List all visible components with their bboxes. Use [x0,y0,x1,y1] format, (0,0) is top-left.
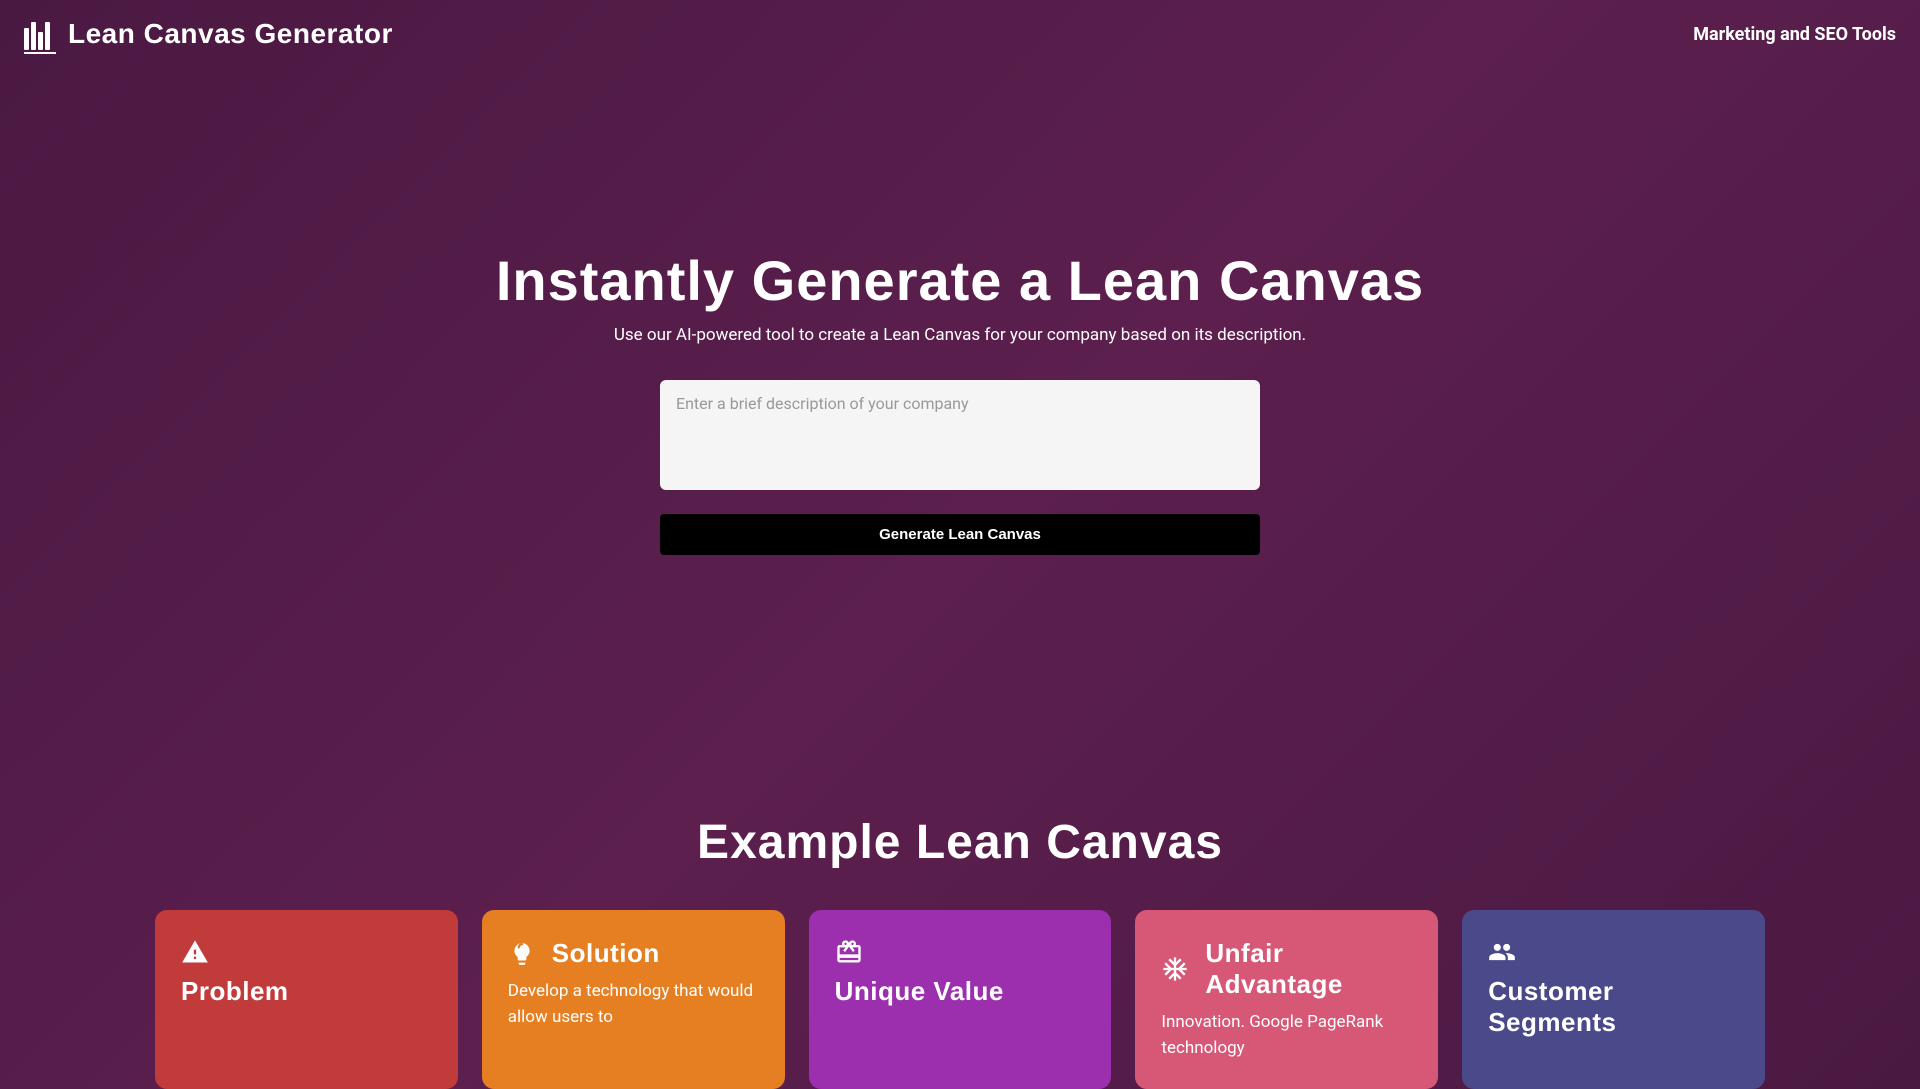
generate-button[interactable]: Generate Lean Canvas [660,514,1260,555]
canvas-card-solution: Solution Develop a technology that would… [482,910,785,1089]
form-container: Generate Lean Canvas [660,380,1260,555]
bar-chart-icon [24,18,56,50]
people-icon [1488,938,1516,966]
snowflake-icon [1161,955,1189,983]
card-body: Develop a technology that would allow us… [508,979,759,1030]
logo-text: Lean Canvas Generator [68,18,393,50]
canvas-card-unfair-advantage: Unfair Advantage Innovation. Google Page… [1135,910,1438,1089]
hero-section: Instantly Generate a Lean Canvas Use our… [0,68,1920,615]
example-title: Example Lean Canvas [0,815,1920,870]
canvas-card-customer-segments: Customer Segments [1462,910,1765,1089]
logo-section[interactable]: Lean Canvas Generator [24,18,393,50]
lightbulb-icon [508,940,536,968]
hero-subtitle: Use our AI-powered tool to create a Lean… [0,325,1920,345]
header: Lean Canvas Generator Marketing and SEO … [0,0,1920,68]
gift-icon [835,938,863,966]
nav-marketing-seo-tools[interactable]: Marketing and SEO Tools [1693,24,1896,45]
card-title: Problem [181,976,432,1007]
example-section: Example Lean Canvas Problem Solution Dev… [0,615,1920,1089]
canvas-card-problem: Problem [155,910,458,1089]
canvas-card-unique-value: Unique Value [809,910,1112,1089]
card-title: Unfair Advantage [1205,938,1412,1000]
card-body: Innovation. Google PageRank technology [1161,1010,1412,1061]
canvas-grid: Problem Solution Develop a technology th… [0,910,1920,1089]
card-title: Customer Segments [1488,976,1739,1038]
company-description-input[interactable] [660,380,1260,490]
card-title: Unique Value [835,976,1086,1007]
logo-icon-wrapper [24,18,56,50]
hero-title: Instantly Generate a Lean Canvas [0,248,1920,313]
card-title: Solution [552,938,660,969]
warning-icon [181,938,209,966]
